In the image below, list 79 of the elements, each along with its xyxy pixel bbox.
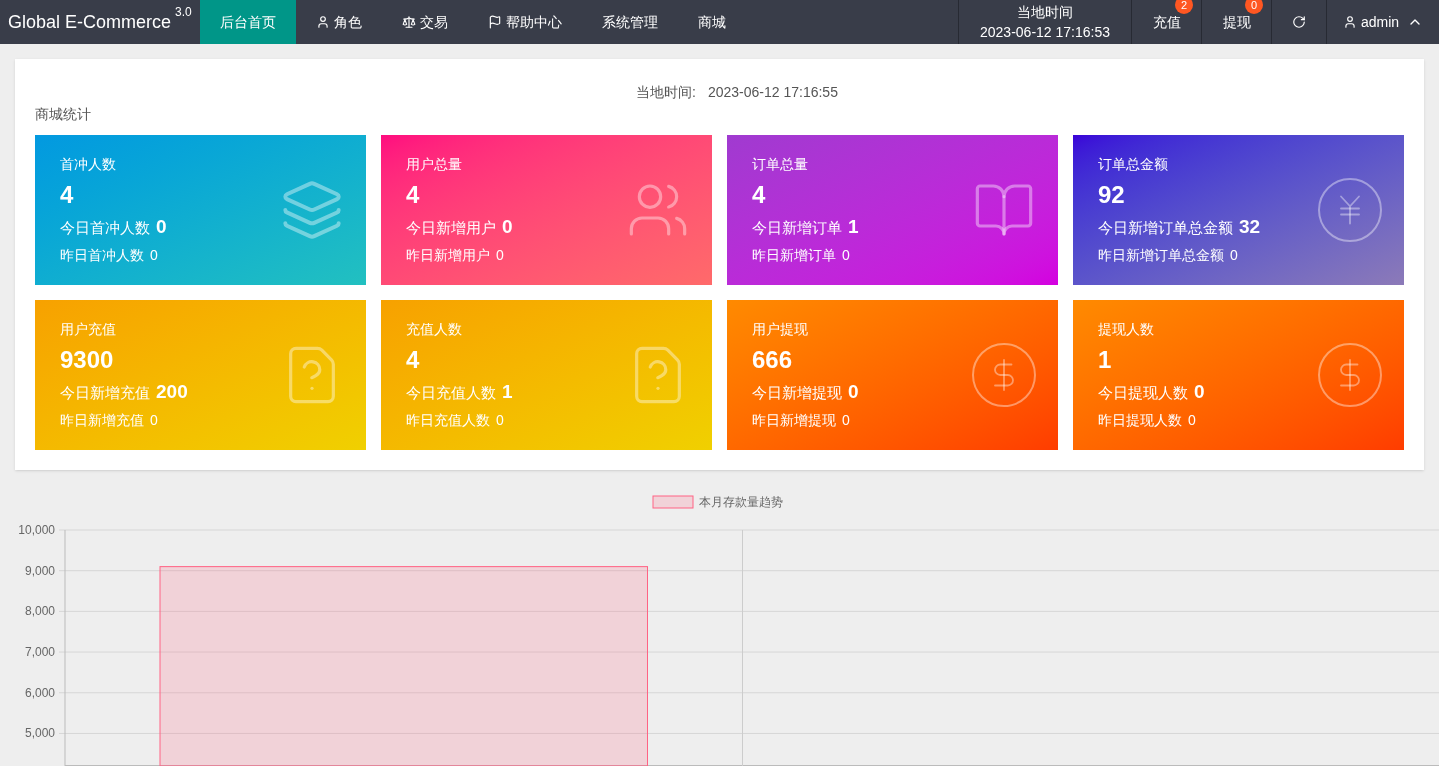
yesterday-label: 昨日新增订单 bbox=[752, 246, 836, 266]
yesterday-label: 昨日新增提现 bbox=[752, 411, 836, 431]
today-value: 200 bbox=[156, 379, 188, 404]
axis-tick-label: 7,000 bbox=[24, 645, 55, 660]
scales-icon bbox=[402, 15, 416, 29]
today-value: 1 bbox=[502, 379, 513, 404]
axis-tick-label: 8,000 bbox=[24, 604, 55, 619]
today-label: 今日新增提现 bbox=[752, 382, 842, 403]
nav-tab[interactable]: 角色 bbox=[296, 0, 382, 44]
card-value: 4 bbox=[752, 179, 767, 210]
axis-tick-label: 9,000 bbox=[24, 563, 55, 578]
card-title: 首冲人数 bbox=[60, 154, 117, 174]
count-badge: 2 bbox=[1175, 0, 1193, 14]
today-value: 32 bbox=[1239, 214, 1261, 239]
today-label: 今日首冲人数 bbox=[60, 217, 150, 238]
yesterday-value: 0 bbox=[842, 411, 850, 431]
nav-tab[interactable]: 后台首页 bbox=[200, 0, 296, 44]
today-label: 今日提现人数 bbox=[1098, 382, 1188, 403]
header-action[interactable]: 充值 2 bbox=[1131, 0, 1201, 44]
yesterday-label: 昨日首冲人数 bbox=[60, 246, 144, 266]
yesterday-value: 0 bbox=[1230, 246, 1238, 266]
count-badge: 0 bbox=[1245, 0, 1263, 14]
legend-label: 本月存款量趋势 bbox=[699, 495, 783, 509]
flag-icon bbox=[488, 15, 502, 29]
card-title: 提现人数 bbox=[1098, 319, 1155, 339]
today-label: 今日新增用户 bbox=[406, 217, 496, 238]
yesterday-label: 昨日充值人数 bbox=[406, 411, 490, 431]
card-value: 92 bbox=[1098, 179, 1126, 210]
yesterday-value: 0 bbox=[1188, 411, 1196, 431]
axis-tick-label: 5,000 bbox=[24, 726, 55, 741]
user-icon bbox=[1342, 15, 1357, 29]
nav-tab[interactable]: 商城 bbox=[678, 0, 746, 44]
nav-tab[interactable]: 系统管理 bbox=[582, 0, 678, 44]
nav-tab[interactable]: 交易 bbox=[382, 0, 468, 44]
today-value: 0 bbox=[156, 214, 167, 239]
card-value: 4 bbox=[406, 179, 421, 210]
card-value: 666 bbox=[752, 344, 794, 375]
panel-title: 商城统计 bbox=[35, 105, 92, 124]
card-title: 订单总金额 bbox=[1098, 154, 1169, 174]
card-title: 用户总量 bbox=[406, 154, 463, 174]
card-value: 1 bbox=[1098, 344, 1113, 375]
user-icon bbox=[316, 15, 330, 29]
nav-tab[interactable]: 帮助中心 bbox=[468, 0, 582, 44]
local-time-value: 2023-06-12 17:16:55 bbox=[707, 83, 838, 102]
card-value: 4 bbox=[406, 344, 421, 375]
yesterday-label: 昨日新增充值 bbox=[60, 411, 144, 431]
user-menu[interactable]: admin bbox=[1326, 0, 1439, 44]
yesterday-label: 昨日提现人数 bbox=[1098, 411, 1182, 431]
today-value: 0 bbox=[1194, 379, 1205, 404]
yesterday-value: 0 bbox=[496, 411, 504, 431]
yesterday-value: 0 bbox=[496, 246, 504, 266]
card-title: 用户提现 bbox=[752, 319, 809, 339]
yesterday-value: 0 bbox=[150, 411, 158, 431]
axis-tick-label: 6,000 bbox=[24, 685, 55, 700]
yesterday-label: 昨日新增订单总金额 bbox=[1098, 246, 1224, 266]
header-action[interactable]: 提现 0 bbox=[1201, 0, 1271, 44]
clock-time: 2023-06-12 17:16:53 bbox=[980, 23, 1110, 42]
today-label: 今日充值人数 bbox=[406, 382, 496, 403]
clock-label: 当地时间 bbox=[1017, 3, 1073, 22]
card-title: 订单总量 bbox=[752, 154, 809, 174]
card-title: 充值人数 bbox=[406, 319, 463, 339]
local-time-label: 当地时间: bbox=[636, 83, 696, 102]
today-label: 今日新增订单 bbox=[752, 217, 842, 238]
today-value: 0 bbox=[848, 379, 859, 404]
today-value: 0 bbox=[502, 214, 513, 239]
layers-icon bbox=[280, 178, 344, 242]
brand-logo: Global E-Commerce $^{3.0}$ bbox=[7, 4, 193, 34]
today-value: 1 bbox=[848, 214, 859, 239]
yesterday-label: 昨日新增用户 bbox=[406, 246, 490, 266]
yesterday-value: 0 bbox=[842, 246, 850, 266]
card-value: 9300 bbox=[60, 344, 115, 375]
today-label: 今日新增订单总金额 bbox=[1098, 217, 1233, 238]
today-label: 今日新增充值 bbox=[60, 382, 150, 403]
chart-legend: 本月存款量趋势 bbox=[652, 495, 783, 509]
card-value: 4 bbox=[60, 179, 75, 210]
yesterday-value: 0 bbox=[150, 246, 158, 266]
card-title: 用户充值 bbox=[60, 319, 117, 339]
refresh-icon bbox=[1292, 15, 1306, 29]
axis-tick-label: 10,000 bbox=[18, 523, 55, 537]
